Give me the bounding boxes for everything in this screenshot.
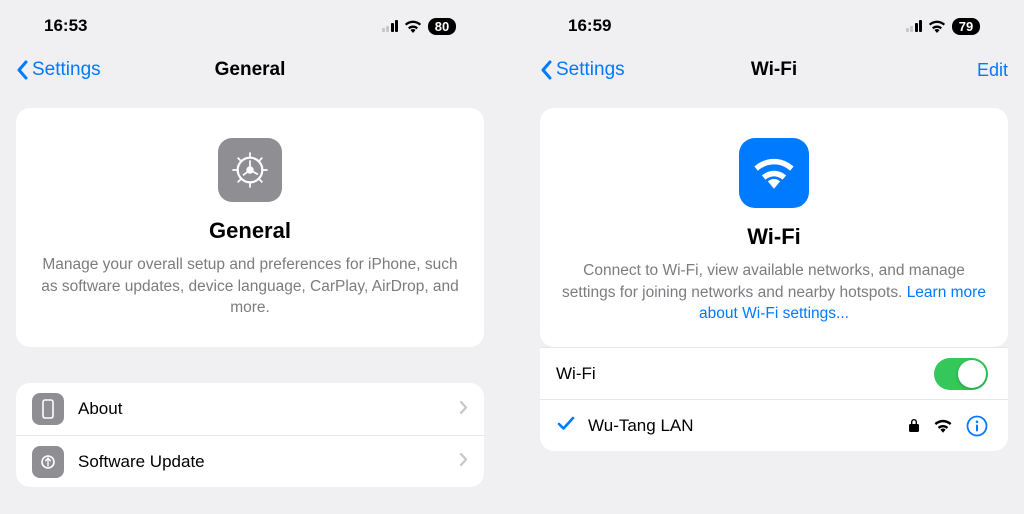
wifi-icon: [404, 20, 422, 33]
row-network[interactable]: Wu-Tang LAN: [540, 399, 1008, 451]
status-bar: 16:59 79: [540, 10, 1008, 50]
back-label: Settings: [32, 59, 101, 81]
status-bar: 16:53 80: [16, 10, 484, 50]
cellular-icon: [906, 20, 923, 32]
wifi-hero-icon: [739, 138, 809, 208]
status-time: 16:59: [568, 16, 611, 36]
status-right: 79: [906, 18, 981, 35]
back-label: Settings: [556, 59, 625, 81]
battery-badge: 79: [952, 18, 980, 35]
row-label: Software Update: [78, 452, 459, 472]
pane-wifi: 16:59 79 Settings Wi-Fi Edit Wi-Fi Conne…: [524, 0, 1024, 514]
wifi-toggle[interactable]: [934, 358, 988, 390]
status-time: 16:53: [44, 16, 87, 36]
nav-bar: Settings General: [16, 50, 484, 90]
chevron-right-icon: [459, 451, 468, 472]
hero-card: Wi-Fi Connect to Wi-Fi, view available n…: [540, 108, 1008, 347]
pane-general: 16:53 80 Settings General: [0, 0, 500, 514]
page-title: General: [215, 59, 286, 81]
chevron-left-icon: [540, 60, 552, 80]
software-update-icon: [32, 446, 64, 478]
hero-desc-text: Connect to Wi-Fi, view available network…: [562, 262, 965, 301]
hero-desc: Connect to Wi-Fi, view available network…: [562, 260, 986, 325]
network-meta: [908, 415, 988, 437]
gear-icon: [218, 138, 282, 202]
edit-button[interactable]: Edit: [977, 60, 1008, 81]
hero-title: General: [38, 218, 462, 244]
page-title: Wi-Fi: [751, 59, 797, 81]
status-right: 80: [382, 18, 457, 35]
chevron-right-icon: [459, 399, 468, 420]
row-wifi-toggle: Wi-Fi: [540, 347, 1008, 399]
chevron-left-icon: [16, 60, 28, 80]
battery-badge: 80: [428, 18, 456, 35]
about-icon: [32, 393, 64, 425]
cellular-icon: [382, 20, 399, 32]
hero-title: Wi-Fi: [562, 224, 986, 250]
wifi-toggle-label: Wi-Fi: [556, 364, 934, 384]
info-icon[interactable]: [966, 415, 988, 437]
hero-card: General Manage your overall setup and pr…: [16, 108, 484, 347]
signal-icon: [934, 419, 952, 433]
row-software-update[interactable]: Software Update: [16, 435, 484, 487]
wifi-list: Wi-Fi Wu-Tang LAN: [540, 347, 1008, 451]
checkmark-icon: [556, 415, 576, 436]
row-label: About: [78, 399, 459, 419]
network-name: Wu-Tang LAN: [588, 416, 908, 436]
back-button[interactable]: Settings: [540, 59, 625, 81]
lock-icon: [908, 418, 920, 433]
hero-desc: Manage your overall setup and preference…: [38, 254, 462, 319]
settings-list: About Software Update: [16, 383, 484, 487]
wifi-icon: [928, 20, 946, 33]
row-about[interactable]: About: [16, 383, 484, 435]
back-button[interactable]: Settings: [16, 59, 101, 81]
nav-bar: Settings Wi-Fi Edit: [540, 50, 1008, 90]
